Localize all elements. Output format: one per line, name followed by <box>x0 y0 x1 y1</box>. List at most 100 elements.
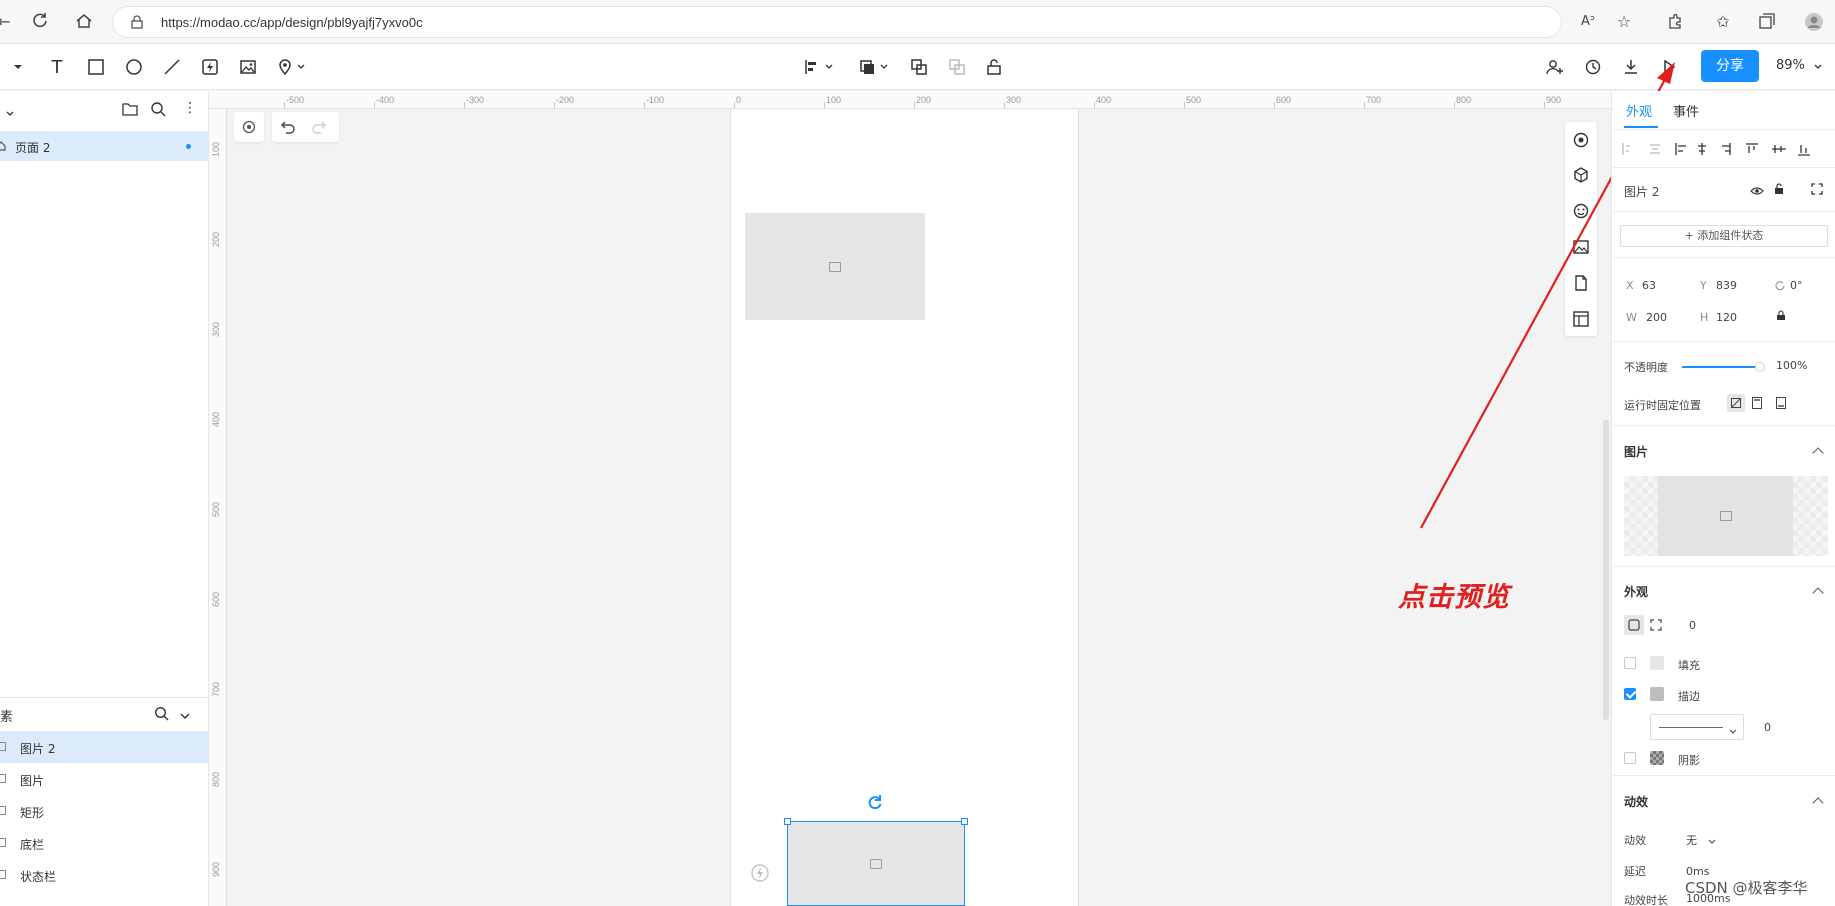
stroke-checkbox[interactable] <box>1624 688 1636 700</box>
chevron-down-icon[interactable] <box>180 709 190 723</box>
y-input[interactable]: 839 <box>1716 279 1737 292</box>
add-collaborator-icon[interactable] <box>1544 56 1566 78</box>
chevron-up-icon[interactable] <box>1812 797 1824 809</box>
hotspot-tool-icon[interactable] <box>199 56 221 78</box>
image-library-icon[interactable] <box>1573 239 1589 255</box>
group-icon[interactable] <box>908 56 930 78</box>
image-placeholder[interactable] <box>745 213 925 320</box>
selected-image[interactable] <box>787 821 965 906</box>
address-bar[interactable]: https://modao.cc/app/design/pbl9yajfj7yx… <box>112 6 1562 38</box>
animation-select[interactable]: 无 <box>1686 832 1697 848</box>
opacity-slider-knob[interactable] <box>1755 362 1765 372</box>
tab-appearance[interactable]: 外观 <box>1626 101 1652 120</box>
editor-toolbar: T 分享 89% <box>0 44 1835 90</box>
corner-radius-value[interactable]: 0 <box>1689 619 1696 632</box>
layer-item[interactable]: 图片 2 <box>0 731 208 763</box>
favorite-add-icon[interactable]: ☆ <box>1614 12 1634 32</box>
layer-item[interactable]: 图片 <box>0 763 208 795</box>
locate-button[interactable] <box>234 112 264 142</box>
chevron-down-icon[interactable] <box>6 106 14 120</box>
layout-template-icon[interactable] <box>1573 311 1589 327</box>
lock-icon[interactable] <box>1773 183 1785 198</box>
extensions-icon[interactable] <box>1665 12 1685 32</box>
page-list-item[interactable]: 页面 2 <box>0 131 208 161</box>
shadow-checkbox[interactable] <box>1624 752 1636 764</box>
ruler-tick <box>644 102 645 108</box>
rotate-icon[interactable] <box>867 794 883 814</box>
opacity-slider-track[interactable] <box>1682 366 1756 368</box>
interaction-lightning-icon[interactable] <box>751 864 769 885</box>
visibility-eye-icon[interactable] <box>1750 185 1764 199</box>
collections-icon[interactable] <box>1757 12 1777 32</box>
line-tool-icon[interactable] <box>161 56 183 78</box>
divider <box>1612 129 1835 130</box>
document-icon[interactable] <box>1573 275 1589 291</box>
search-icon[interactable] <box>154 706 169 724</box>
image-tool-icon[interactable] <box>237 56 259 78</box>
fill-checkbox[interactable] <box>1624 657 1636 669</box>
ellipse-tool-icon[interactable] <box>123 56 145 78</box>
more-icon[interactable]: ⋮ <box>183 101 197 115</box>
rotation-input[interactable]: 0° <box>1790 279 1803 292</box>
emoji-icon[interactable] <box>1573 203 1589 219</box>
image-preview[interactable] <box>1624 476 1828 556</box>
home-icon[interactable] <box>74 12 94 32</box>
align-dropdown-icon[interactable] <box>802 56 836 78</box>
layer-item[interactable]: 底栏 <box>0 827 208 859</box>
target-icon[interactable] <box>1573 132 1589 148</box>
ungroup-icon[interactable] <box>946 56 968 78</box>
resize-handle[interactable] <box>784 818 791 825</box>
fixed-none-icon[interactable] <box>1727 394 1745 412</box>
fill-color-swatch[interactable] <box>1650 656 1664 670</box>
share-button[interactable]: 分享 <box>1701 50 1759 82</box>
ruler-label: 100 <box>211 141 221 157</box>
h-input[interactable]: 120 <box>1716 311 1737 324</box>
read-aloud-icon[interactable]: Aᐣ <box>1578 12 1598 32</box>
add-component-state-button[interactable]: + 添加组件状态 <box>1620 225 1828 247</box>
image-section-heading: 图片 <box>1624 445 1649 459</box>
opacity-value[interactable]: 100% <box>1776 359 1807 372</box>
location-pin-tool-icon[interactable] <box>274 56 296 78</box>
fixed-bottom-icon[interactable] <box>1776 397 1786 412</box>
text-tool-icon[interactable]: T <box>46 56 68 78</box>
chevron-up-icon[interactable] <box>1812 587 1824 599</box>
resize-handle[interactable] <box>961 818 968 825</box>
canvas-scrollbar[interactable] <box>1603 420 1609 720</box>
shadow-color-swatch[interactable] <box>1650 751 1664 765</box>
w-input[interactable]: 200 <box>1646 311 1667 324</box>
ruler-label: 500 <box>211 501 221 517</box>
stroke-width-value[interactable]: 0 <box>1764 721 1771 734</box>
back-icon[interactable]: ← <box>0 12 14 32</box>
redo-icon[interactable] <box>312 120 326 137</box>
fixed-top-icon[interactable] <box>1752 397 1762 412</box>
arrange-dropdown-icon[interactable] <box>857 56 891 78</box>
rectangle-tool-icon[interactable] <box>85 56 107 78</box>
chevron-up-icon[interactable] <box>1812 447 1824 459</box>
tab-events[interactable]: 事件 <box>1673 101 1699 120</box>
search-icon[interactable] <box>150 101 166 120</box>
layer-item[interactable]: 状态栏 <box>0 859 208 891</box>
independent-corners-icon[interactable] <box>1650 619 1662 634</box>
stroke-style-select[interactable] <box>1650 714 1744 740</box>
preview-play-icon[interactable] <box>1658 56 1680 78</box>
chevron-down-icon[interactable] <box>295 56 307 78</box>
profile-avatar-icon[interactable] <box>1804 12 1824 32</box>
component-icon[interactable] <box>1573 167 1589 183</box>
chevron-down-icon[interactable] <box>1708 834 1716 848</box>
chevron-down-icon[interactable] <box>1812 56 1824 78</box>
refresh-icon[interactable] <box>30 12 50 32</box>
download-icon[interactable] <box>1620 56 1642 78</box>
ratio-lock-icon[interactable] <box>1776 310 1786 324</box>
corner-radius-icon[interactable] <box>1624 615 1644 635</box>
new-folder-icon[interactable] <box>122 102 138 119</box>
unlock-icon[interactable] <box>983 56 1005 78</box>
history-icon[interactable] <box>1582 56 1604 78</box>
undo-icon[interactable] <box>281 120 295 137</box>
stroke-color-swatch[interactable] <box>1650 687 1664 701</box>
x-input[interactable]: 63 <box>1642 279 1656 292</box>
fullscreen-icon[interactable] <box>1811 183 1823 198</box>
favorites-icon[interactable]: ✩ <box>1713 12 1733 32</box>
layer-item[interactable]: 矩形 <box>0 795 208 827</box>
zoom-level-dropdown[interactable]: 89% <box>1776 58 1805 73</box>
select-tool-dropdown-icon[interactable] <box>10 56 26 78</box>
